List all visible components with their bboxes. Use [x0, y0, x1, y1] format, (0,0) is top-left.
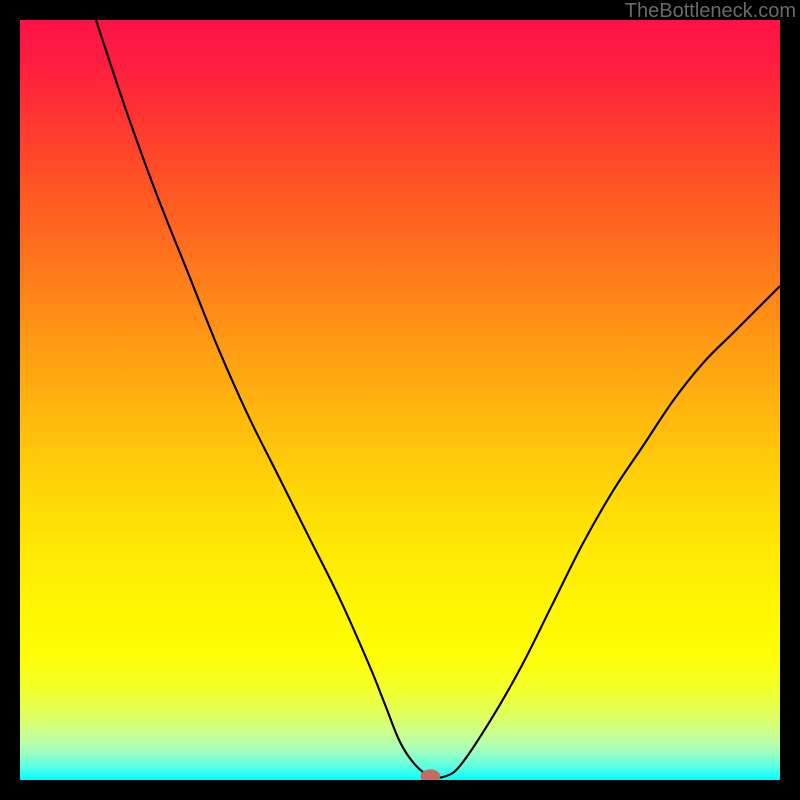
watermark-text: TheBottleneck.com	[625, 0, 796, 23]
optimal-marker	[421, 769, 441, 780]
plot-area	[20, 20, 780, 780]
curve-svg	[20, 20, 780, 780]
bottleneck-curve	[96, 20, 780, 778]
chart-container: TheBottleneck.com	[0, 0, 800, 800]
